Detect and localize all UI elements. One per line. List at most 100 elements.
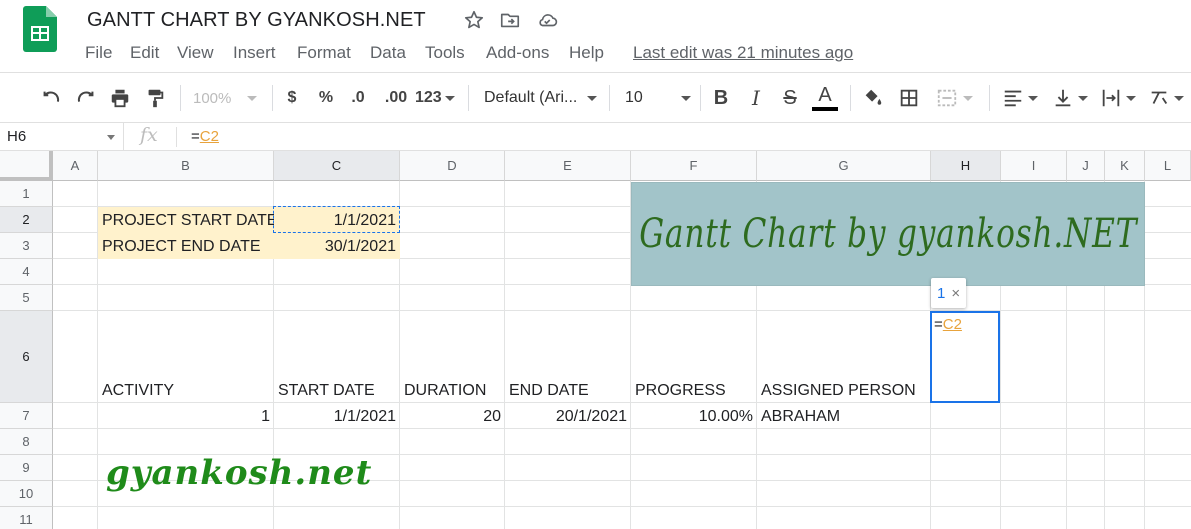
toolbar-divider xyxy=(609,85,610,111)
cell-g6[interactable]: ASSIGNED PERSON xyxy=(757,311,931,403)
row-header-4[interactable]: 4 xyxy=(0,259,53,285)
column-header-c[interactable]: C xyxy=(274,151,400,181)
font-size-select[interactable]: 10 xyxy=(625,85,691,111)
row-header-5[interactable]: 5 xyxy=(0,285,53,311)
paint-format-icon[interactable] xyxy=(142,85,168,111)
menu-format[interactable]: Format xyxy=(297,43,351,63)
chevron-down-icon xyxy=(1126,95,1136,101)
cell-b6[interactable]: ACTIVITY xyxy=(98,311,274,403)
column-header-a[interactable]: A xyxy=(53,151,98,181)
reference-count-chip[interactable]: 1 × xyxy=(931,278,967,308)
column-header-l[interactable]: L xyxy=(1145,151,1191,181)
toolbar-divider xyxy=(850,85,851,111)
cell-b2[interactable]: PROJECT START DATE xyxy=(98,207,277,233)
column-header-i[interactable]: I xyxy=(1001,151,1067,181)
close-icon[interactable]: × xyxy=(951,285,960,302)
column-header-f[interactable]: F xyxy=(631,151,757,181)
cell-c6[interactable]: START DATE xyxy=(274,311,400,403)
strikethrough-button[interactable]: S xyxy=(779,85,801,111)
cloud-saved-icon[interactable] xyxy=(536,9,558,31)
select-all-corner[interactable] xyxy=(0,151,53,181)
move-folder-icon[interactable] xyxy=(499,9,521,31)
percent-button[interactable]: % xyxy=(316,85,336,111)
currency-button[interactable]: $ xyxy=(282,85,302,111)
text-rotation-icon[interactable] xyxy=(1146,85,1186,111)
column-header-h[interactable]: H xyxy=(931,151,1001,181)
sheets-logo-icon[interactable] xyxy=(23,6,57,52)
row-header-3[interactable]: 3 xyxy=(0,233,53,259)
bold-button[interactable]: B xyxy=(710,85,732,111)
row-header-7[interactable]: 7 xyxy=(0,403,53,429)
column-header-b[interactable]: B xyxy=(98,151,274,181)
merge-cells-icon[interactable] xyxy=(934,85,974,111)
formula-input[interactable]: =C2 xyxy=(191,128,219,145)
cell-d7[interactable]: 20 xyxy=(400,403,505,429)
cell-f7[interactable]: 10.00% xyxy=(631,403,757,429)
menu-help[interactable]: Help xyxy=(569,43,604,63)
title-banner[interactable]: Gantt Chart by gyankosh.NET xyxy=(631,182,1145,286)
font-size-value: 10 xyxy=(625,89,643,106)
last-edit-link[interactable]: Last edit was 21 minutes ago xyxy=(633,43,853,63)
active-cell-editor[interactable]: =C2 xyxy=(930,311,1000,403)
column-header-e[interactable]: E xyxy=(505,151,631,181)
cell-f6[interactable]: PROGRESS xyxy=(631,311,757,403)
row-header-2[interactable]: 2 xyxy=(0,207,53,233)
cell-b3[interactable]: PROJECT END DATE xyxy=(98,233,274,259)
zoom-value: 100% xyxy=(193,89,232,107)
italic-button[interactable]: I xyxy=(745,85,767,111)
text-color-swatch xyxy=(812,107,838,111)
document-title[interactable]: GANTT CHART BY GYANKOSH.NET xyxy=(87,9,426,32)
zoom-select[interactable]: 100% xyxy=(193,85,263,111)
row-header-9[interactable]: 9 xyxy=(0,455,53,481)
row-header-8[interactable]: 8 xyxy=(0,429,53,455)
decrease-decimal-button[interactable]: .0 xyxy=(346,85,370,111)
undo-icon[interactable] xyxy=(38,85,64,111)
text-color-button[interactable]: A xyxy=(812,85,838,111)
column-header-g[interactable]: G xyxy=(757,151,931,181)
cell-c7[interactable]: 1/1/2021 xyxy=(274,403,400,429)
toolbar-divider xyxy=(180,85,181,111)
borders-icon[interactable] xyxy=(897,85,921,111)
vertical-align-icon[interactable] xyxy=(1050,85,1090,111)
cell-c3[interactable]: 30/1/2021 xyxy=(274,233,400,259)
column-header-d[interactable]: D xyxy=(400,151,505,181)
chevron-down-icon xyxy=(681,95,691,101)
formula-divider xyxy=(176,127,177,147)
row-header-1[interactable]: 1 xyxy=(0,181,53,207)
column-header-j[interactable]: J xyxy=(1067,151,1105,181)
spreadsheet-grid: A B C D E F G H I J K L 1 2 3 4 5 6 7 8 … xyxy=(0,151,1191,529)
increase-decimal-button[interactable]: .00 xyxy=(381,85,411,111)
toolbar-divider xyxy=(989,85,990,111)
cell-e7[interactable]: 20/1/2021 xyxy=(505,403,631,429)
cell-g7[interactable]: ABRAHAM xyxy=(757,403,931,429)
menu-edit[interactable]: Edit xyxy=(130,43,159,63)
toolbar-divider xyxy=(468,85,469,111)
text-wrapping-icon[interactable] xyxy=(1098,85,1138,111)
name-box[interactable]: H6 xyxy=(0,123,124,151)
fill-color-icon[interactable] xyxy=(861,85,885,111)
row-header-11[interactable]: 11 xyxy=(0,507,53,529)
row-header-10[interactable]: 10 xyxy=(0,481,53,507)
menu-file[interactable]: File xyxy=(85,43,112,63)
redo-icon[interactable] xyxy=(73,85,99,111)
menu-addons[interactable]: Add-ons xyxy=(486,43,549,63)
print-icon[interactable] xyxy=(107,85,133,111)
horizontal-align-icon[interactable] xyxy=(1000,85,1040,111)
chevron-down-icon[interactable] xyxy=(107,135,115,140)
cell-b7[interactable]: 1 xyxy=(98,403,274,429)
more-formats-button[interactable]: 123 xyxy=(415,85,457,111)
copy-range-marquee xyxy=(273,206,400,233)
reference-count: 1 xyxy=(937,284,946,302)
menu-data[interactable]: Data xyxy=(370,43,406,63)
menu-view[interactable]: View xyxy=(177,43,214,63)
cell-d6[interactable]: DURATION xyxy=(400,311,505,403)
menu-insert[interactable]: Insert xyxy=(233,43,276,63)
menu-tools[interactable]: Tools xyxy=(425,43,465,63)
row-header-6[interactable]: 6 xyxy=(0,311,53,403)
gridline xyxy=(53,506,1191,507)
column-header-k[interactable]: K xyxy=(1105,151,1145,181)
toolbar-divider xyxy=(272,85,273,111)
star-icon[interactable] xyxy=(463,9,485,31)
font-family-select[interactable]: Default (Ari... xyxy=(484,85,597,111)
cell-e6[interactable]: END DATE xyxy=(505,311,631,403)
